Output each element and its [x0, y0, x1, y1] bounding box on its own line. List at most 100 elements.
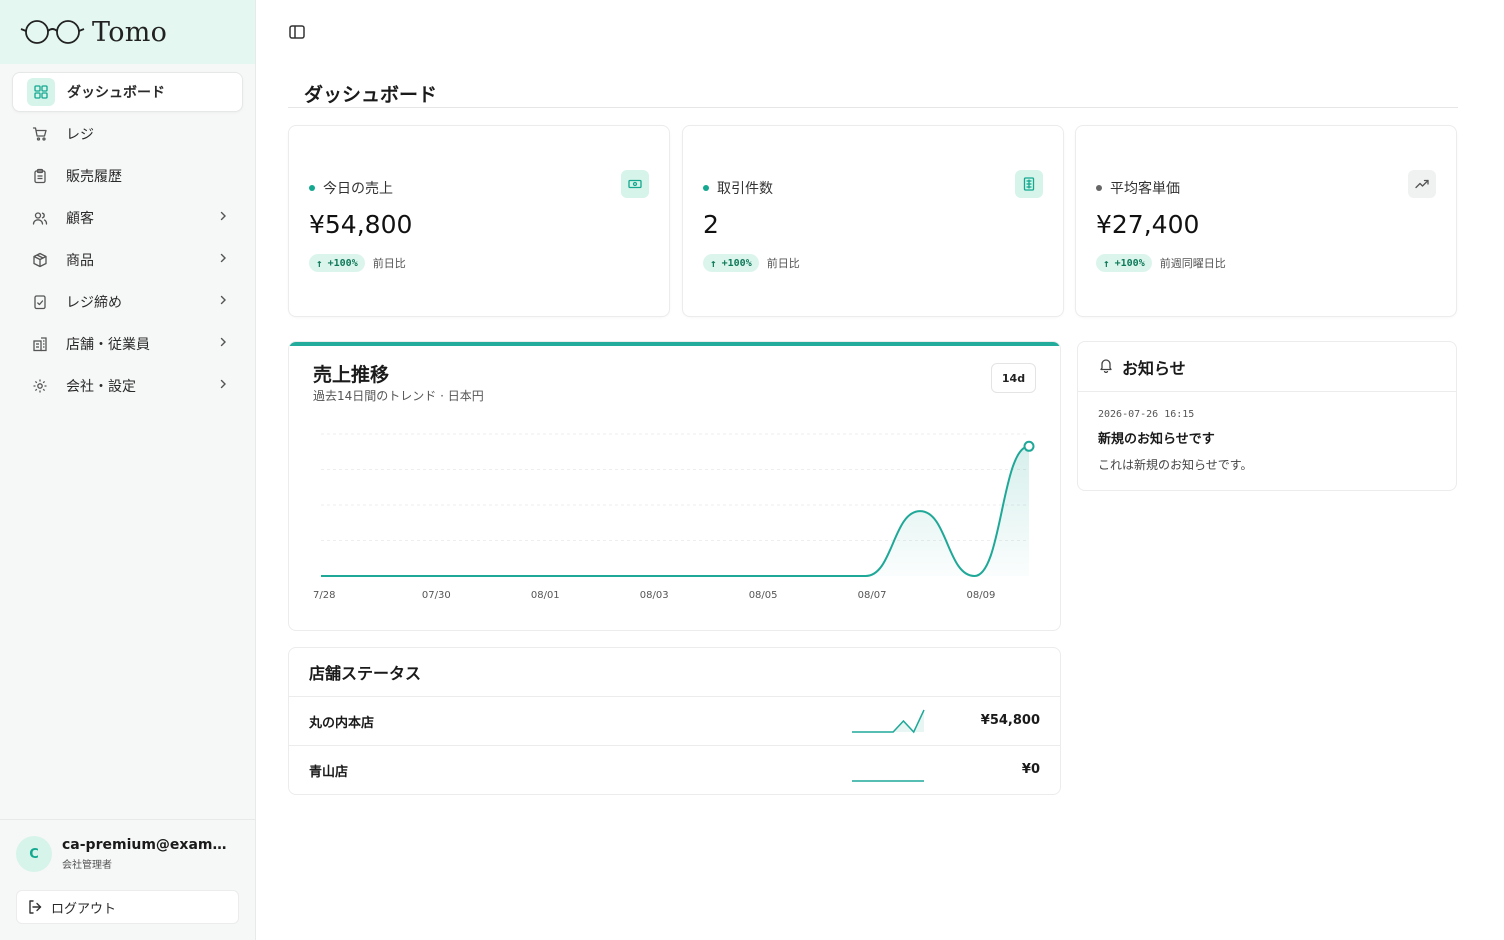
store-amount: ¥0 — [1021, 762, 1040, 777]
building-icon — [30, 334, 50, 354]
kpi-value: 2 — [703, 210, 719, 239]
main-content: ダッシュボード 今日の売上 ¥54,800 ↑ +100% 前日比 取引件数 2 ↑ +100%… — [256, 0, 1504, 940]
chevron-right-icon — [217, 252, 229, 268]
store-name: 青山店 — [309, 765, 349, 780]
glasses-logo-icon — [20, 18, 86, 46]
store-status-title: 店舗ステータス — [289, 648, 1060, 697]
kpi-card: 今日の売上 ¥54,800 ↑ +100% 前日比 — [288, 125, 670, 317]
sales-chart: 7/28 07/30 08/01 08/03 08/05 08/07 08/09 — [313, 433, 1035, 601]
x-tick-label: 07/30 — [422, 590, 451, 601]
logo[interactable]: Tomo — [0, 0, 255, 64]
page-title: ダッシュボード — [304, 84, 438, 106]
kpi-value: ¥54,800 — [309, 210, 413, 239]
chevron-right-icon — [217, 336, 229, 352]
user-panel: C ca-premium@example.com 会社管理者 ログアウト — [0, 819, 255, 940]
package-icon — [30, 250, 50, 270]
kpi-compare-label: 前日比 — [372, 257, 406, 270]
x-tick-label: 08/09 — [967, 590, 996, 601]
sparkline-line — [852, 709, 925, 734]
notice-card: お知らせ 2026-07-26 16:15 新規のお知らせです これは新規のお知… — [1077, 341, 1457, 491]
arrow-up-icon: ↑ — [710, 256, 717, 270]
sidebar-item-2[interactable]: レジ — [12, 114, 243, 154]
users-icon — [30, 208, 50, 228]
sidebar-item-label: 会社・設定 — [66, 379, 136, 395]
sidebar-toggle-icon[interactable] — [288, 23, 306, 41]
table-row[interactable]: 丸の内本店 ¥54,800 — [289, 697, 1060, 746]
kpi-label: 平均客単価 — [1110, 181, 1180, 197]
change-value: +100% — [721, 257, 752, 269]
sidebar-item-label: 店舗・従業員 — [66, 337, 150, 353]
sparkline-area — [852, 710, 924, 732]
sidebar-item-label: ダッシュボード — [67, 85, 165, 101]
sales-chart-card: 売上推移 過去14日間のトレンド · 日本円 14d 7/28 07/30 08/0… — [288, 341, 1061, 631]
arrow-up-icon: ↑ — [1103, 256, 1110, 270]
clipboard-check-icon — [30, 292, 50, 312]
receipt-icon — [1015, 170, 1043, 198]
store-sparkline — [852, 709, 925, 734]
change-badge: ↑ +100% — [703, 254, 759, 272]
change-badge: ↑ +100% — [1096, 254, 1152, 272]
user-email: ca-premium@example.com — [62, 837, 236, 853]
gear-icon — [30, 376, 50, 396]
bell-icon — [1098, 357, 1114, 377]
chevron-right-icon — [217, 210, 229, 226]
app-name: Tomo — [92, 16, 168, 48]
kpi-card: 平均客単価 ¥27,400 ↑ +100% 前週同曜日比 — [1075, 125, 1457, 317]
sidebar-item-label: 顧客 — [66, 211, 94, 227]
sidebar-item-5[interactable]: 商品 — [12, 240, 243, 280]
user-role: 会社管理者 — [62, 860, 112, 871]
sidebar-item-8[interactable]: 会社・設定 — [12, 366, 243, 406]
store-name: 丸の内本店 — [309, 715, 375, 731]
sidebar-item-label: レジ — [66, 127, 94, 143]
x-tick-label: 7/28 — [313, 590, 335, 601]
status-dot — [309, 185, 315, 191]
sidebar-item-label: 商品 — [66, 253, 94, 269]
notice-item-title[interactable]: 新規のお知らせです — [1098, 428, 1215, 447]
kpi-label: 今日の売上 — [323, 181, 393, 197]
x-tick-label: 08/01 — [531, 590, 560, 601]
logout-button[interactable]: ログアウト — [16, 890, 239, 924]
sidebar-nav: ダッシュボード レジ販売履歴顧客商品レジ締め店舗・従業員 会社・設定 — [0, 64, 255, 406]
store-sparkline — [852, 780, 924, 782]
sidebar-item-6[interactable]: レジ締め — [12, 282, 243, 322]
sidebar-item-7[interactable]: 店舗・従業員 — [12, 324, 243, 364]
chevron-right-icon — [217, 294, 229, 310]
x-tick-label: 08/07 — [858, 590, 887, 601]
sidebar-item-3[interactable]: 販売履歴 — [12, 156, 243, 196]
kpi-value: ¥27,400 — [1096, 210, 1200, 239]
sidebar-item-4[interactable]: 顧客 — [12, 198, 243, 238]
kpi-compare-label: 前週同曜日比 — [1159, 257, 1226, 270]
clipboard-icon — [30, 166, 50, 186]
data-point — [1023, 440, 1035, 452]
change-value: +100% — [327, 257, 358, 269]
status-dot — [703, 185, 709, 191]
sidebar: Tomo ダッシュボード レジ販売履歴顧客商品レジ締め店舗・従業員 会社・設定 C … — [0, 0, 256, 940]
banknote-icon — [621, 170, 649, 198]
notice-date: 2026-07-26 16:15 — [1098, 409, 1195, 420]
sidebar-item-label: レジ締め — [66, 295, 122, 311]
x-tick-label: 08/05 — [749, 590, 778, 601]
trending-up-icon — [1408, 170, 1436, 198]
change-value: +100% — [1114, 257, 1145, 269]
chevron-right-icon — [217, 378, 229, 394]
dashboard-grid-icon — [27, 78, 55, 106]
store-status-card: 店舗ステータス 丸の内本店 ¥54,800 青山店 ¥0 — [288, 647, 1061, 795]
notice-body: これは新規のお知らせです。 — [1098, 458, 1253, 472]
status-dot — [1096, 185, 1102, 191]
sidebar-item-1[interactable]: ダッシュボード — [12, 72, 243, 112]
x-tick-label: 08/03 — [640, 590, 669, 601]
change-badge: ↑ +100% — [309, 254, 365, 272]
table-row[interactable]: 青山店 ¥0 — [289, 746, 1060, 794]
logout-label: ログアウト — [51, 901, 117, 917]
kpi-label: 取引件数 — [717, 181, 773, 197]
arrow-up-icon: ↑ — [316, 256, 323, 270]
cart-icon — [30, 124, 50, 144]
avatar[interactable]: C — [16, 836, 52, 872]
notice-title: お知らせ — [1122, 358, 1186, 378]
kpi-card: 取引件数 2 ↑ +100% 前日比 — [682, 125, 1064, 317]
logout-icon — [27, 899, 43, 915]
store-amount: ¥54,800 — [980, 713, 1040, 728]
divider — [288, 107, 1458, 108]
sidebar-item-label: 販売履歴 — [66, 169, 122, 185]
kpi-compare-label: 前日比 — [766, 257, 800, 270]
